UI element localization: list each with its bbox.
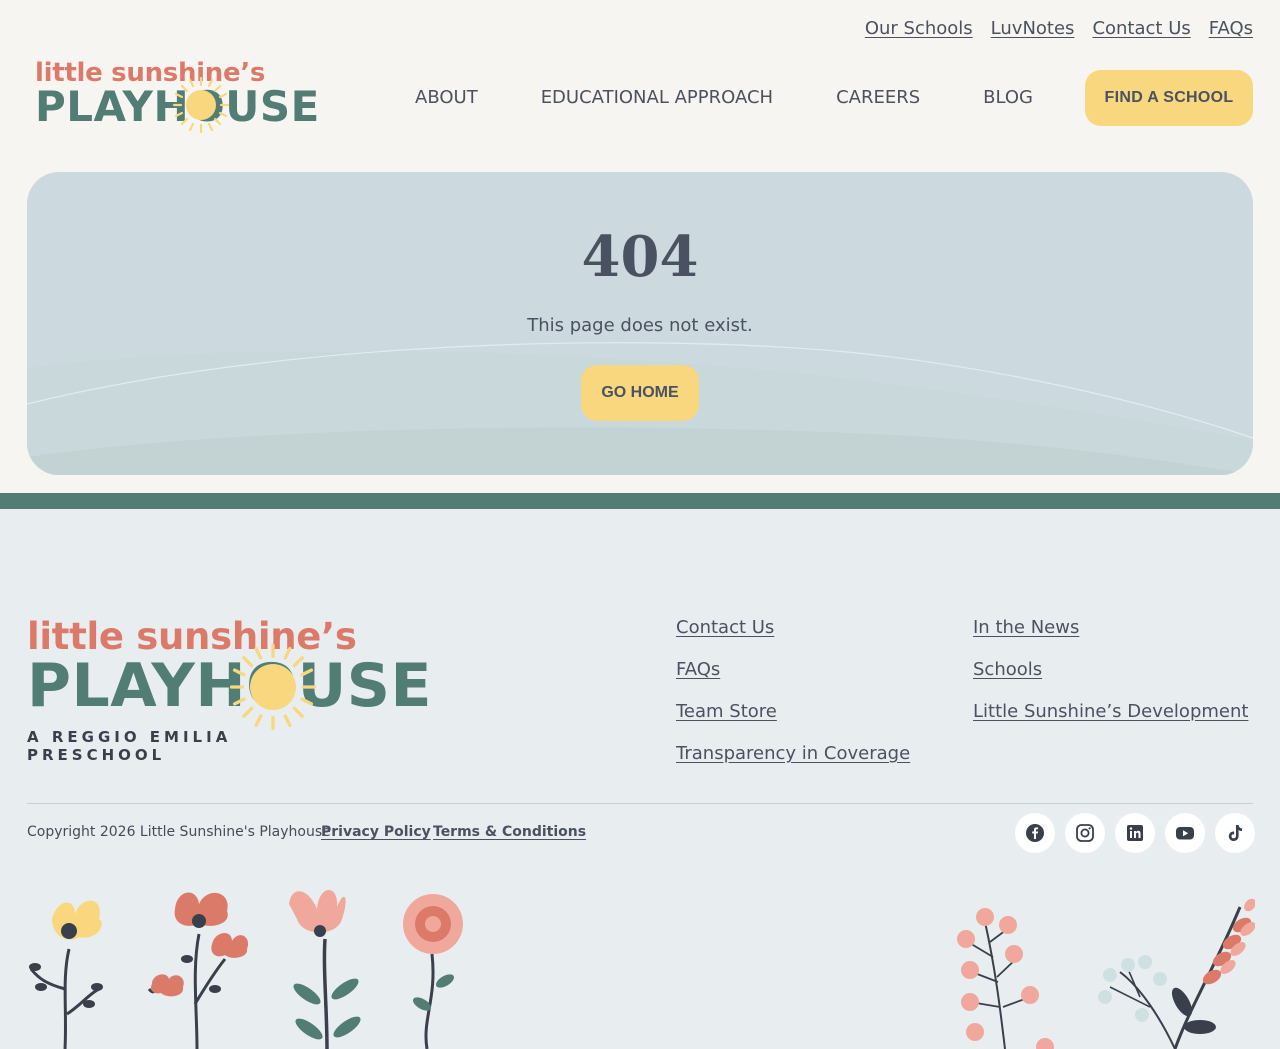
flowers-illustration-left — [29, 889, 463, 1049]
sun-icon — [229, 643, 317, 731]
footer-links-col1: Contact Us FAQs Team Store Transparency … — [676, 617, 910, 765]
flower-blue-coral-branch — [1098, 898, 1255, 1049]
footer-divider — [27, 803, 1253, 804]
linkedin-link[interactable] — [1115, 813, 1155, 853]
flower-pink-tulip — [289, 889, 361, 1049]
find-a-school-button[interactable]: FIND A SCHOOL — [1085, 70, 1253, 126]
footer-links-col2: In the News Schools Little Sunshine’s De… — [973, 617, 1248, 723]
flower-yellow — [29, 900, 103, 1049]
error-message: This page does not exist. — [527, 315, 753, 336]
flower-coral-rose — [403, 894, 463, 1049]
footer-link-schools[interactable]: Schools — [973, 659, 1248, 681]
flower-pink-branch — [957, 908, 1054, 1049]
link-faqs[interactable]: FAQs — [1209, 18, 1253, 39]
copyright-text: Copyright 2026 Little Sunshine's Playhou… — [27, 824, 331, 840]
youtube-icon — [1176, 827, 1194, 840]
youtube-link[interactable] — [1165, 813, 1205, 853]
social-links — [1015, 813, 1255, 853]
footer-link-team-store[interactable]: Team Store — [676, 701, 910, 723]
tiktok-link[interactable] — [1215, 813, 1255, 853]
error-code: 404 — [581, 224, 699, 290]
nav-about[interactable]: ABOUT — [415, 87, 478, 108]
error-hero: 404 This page does not exist. GO HOME — [27, 172, 1253, 475]
header-logo[interactable]: little sunshine’s PLAYHOUSE — [35, 58, 319, 140]
nav-educational-approach[interactable]: EDUCATIONAL APPROACH — [541, 87, 773, 108]
facebook-icon — [1026, 824, 1044, 842]
footer-link-contact-us[interactable]: Contact Us — [676, 617, 910, 639]
nav-blog[interactable]: BLOG — [983, 87, 1033, 108]
footer-link-faqs[interactable]: FAQs — [676, 659, 910, 681]
footer-link-transparency[interactable]: Transparency in Coverage — [676, 743, 910, 765]
instagram-icon — [1076, 824, 1094, 842]
footer-tagline: A REGGIO EMILIA PRESCHOOL — [27, 728, 232, 764]
link-our-schools[interactable]: Our Schools — [865, 18, 973, 39]
utility-nav: Our Schools LuvNotes Contact Us FAQs — [865, 18, 1253, 39]
footer-logo[interactable]: little sunshine’s PLAYHOUSE A REGGIO EMI… — [27, 615, 437, 765]
terms-conditions-link[interactable]: Terms & Conditions — [433, 824, 586, 840]
linkedin-icon — [1127, 825, 1143, 841]
footer-link-in-the-news[interactable]: In the News — [973, 617, 1248, 639]
privacy-policy-link[interactable]: Privacy Policy — [321, 824, 431, 840]
instagram-link[interactable] — [1065, 813, 1105, 853]
link-contact-us[interactable]: Contact Us — [1092, 18, 1190, 39]
facebook-link[interactable] — [1015, 813, 1055, 853]
footer-band — [0, 493, 1280, 509]
nav-careers[interactable]: CAREERS — [836, 87, 920, 108]
go-home-button[interactable]: GO HOME — [581, 365, 699, 421]
footer-link-development[interactable]: Little Sunshine’s Development — [973, 701, 1248, 723]
footer: little sunshine’s PLAYHOUSE A REGGIO EMI… — [0, 509, 1280, 1049]
flower-coral — [147, 892, 249, 1049]
tiktok-icon — [1228, 825, 1242, 841]
main-nav: ABOUT EDUCATIONAL APPROACH CAREERS BLOG — [415, 87, 1033, 108]
flowers-illustration-right — [957, 898, 1255, 1049]
sun-icon — [172, 76, 230, 134]
link-luvnotes[interactable]: LuvNotes — [991, 18, 1075, 39]
